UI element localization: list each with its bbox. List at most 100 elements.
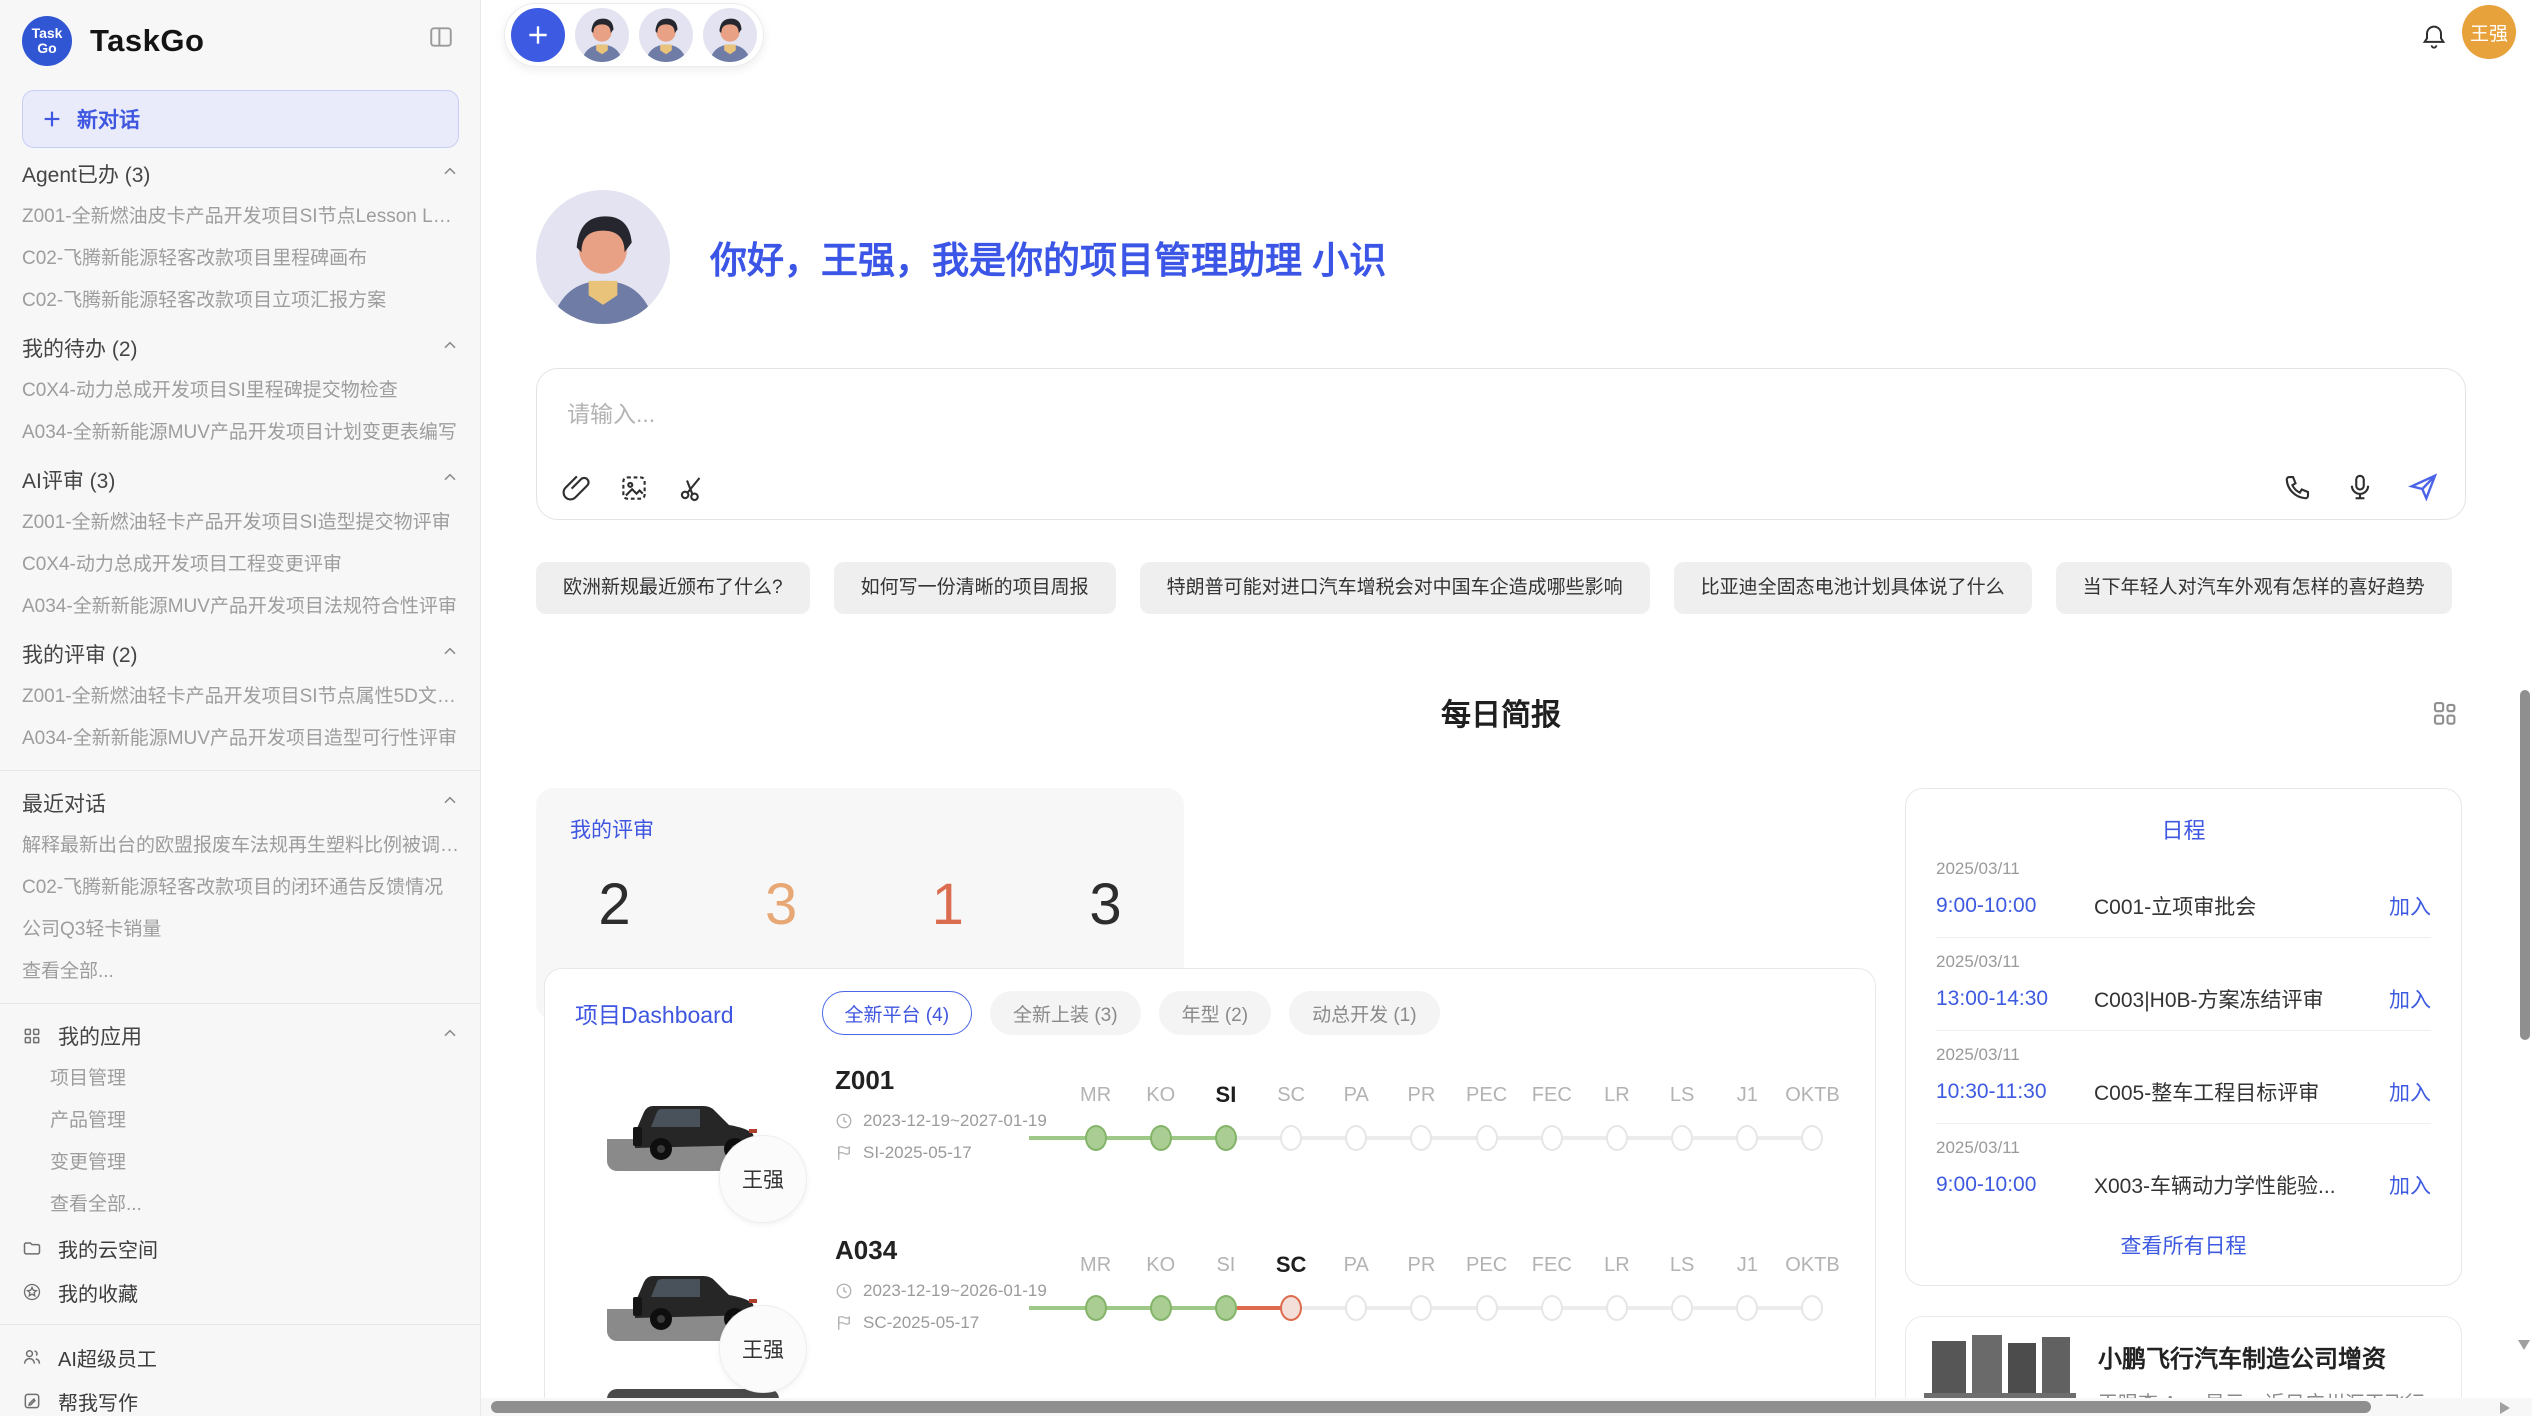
milestone-label: OKTB (1785, 1251, 1839, 1279)
plus-icon (41, 108, 63, 130)
scroll-right-arrow-icon[interactable] (2500, 1402, 2510, 1414)
milestone-dot (1801, 1125, 1823, 1151)
my-apps-header[interactable]: 我的应用 (22, 1014, 460, 1058)
star-icon (22, 1282, 42, 1302)
milestone: PR (1389, 1081, 1454, 1151)
join-meeting-link[interactable]: 加入 (2389, 984, 2431, 1014)
chevron-up-icon[interactable] (440, 791, 460, 816)
recent-chats-header[interactable]: 最近对话 (22, 781, 460, 825)
sidebar-task-item[interactable]: Z001-全新燃油轻卡产品开发项目SI节点属性5D文件评审 (22, 676, 460, 718)
schedule-card: 日程 2025/03/11 9:00-10:00 C001-立项审批会 加入 (1905, 788, 2462, 1286)
project-code: Z001 (835, 1065, 1063, 1095)
phone-call-icon[interactable] (2283, 472, 2313, 502)
join-meeting-link[interactable]: 加入 (2389, 1170, 2431, 1200)
sidebar-task-item[interactable]: Z001-全新燃油轻卡产品开发项目SI造型提交物评审 (22, 502, 460, 544)
dashboard-tab[interactable]: 动总开发 (1) (1289, 991, 1440, 1035)
milestone: PEC (1454, 1081, 1519, 1151)
chevron-up-icon[interactable] (440, 642, 460, 667)
daily-briefing-title: 每日简报 (536, 690, 2466, 734)
sidebar-task-item[interactable]: A034-全新新能源MUV产品开发项目造型可行性评审 (22, 718, 460, 760)
app-item[interactable]: 产品管理 (22, 1100, 460, 1142)
app-item[interactable]: 变更管理 (22, 1142, 460, 1184)
milestone-label: LS (1670, 1251, 1694, 1279)
milestone: J1 (1715, 1081, 1780, 1151)
scissors-icon[interactable] (677, 473, 707, 503)
sidebar-sections: Agent已办 (3) Z001-全新燃油皮卡产品开发项目SI节点Lesson … (22, 152, 460, 760)
join-meeting-link[interactable]: 加入 (2389, 891, 2431, 921)
milestone: J1 (1715, 1251, 1780, 1321)
horizontal-scrollbar-thumb[interactable] (491, 1401, 2371, 1413)
ai-super-employee-label: AI超级员工 (58, 1343, 157, 1372)
chevron-up-icon[interactable] (440, 1024, 460, 1049)
my-cloud-space[interactable]: 我的云空间 (22, 1226, 460, 1270)
sidebar-task-item[interactable]: C0X4-动力总成开发项目SI里程碑提交物检查 (22, 370, 460, 412)
milestone: PA (1324, 1081, 1389, 1151)
chat-input[interactable] (537, 369, 2465, 441)
section-header[interactable]: AI评审 (3) (22, 458, 460, 502)
chevron-up-icon[interactable] (440, 336, 460, 361)
milestone-label: FEC (1532, 1081, 1572, 1109)
section-header[interactable]: Agent已办 (3) (22, 152, 460, 196)
recent-view-all[interactable]: 查看全部... (22, 951, 460, 993)
divider (0, 1003, 480, 1004)
scroll-down-arrow-icon[interactable] (2518, 1340, 2530, 1350)
microphone-icon[interactable] (2345, 472, 2375, 502)
news-title: 小鹏飞行汽车制造公司增资 (2098, 1339, 2443, 1374)
milestone-dot (1736, 1125, 1758, 1151)
section-header[interactable]: 我的评审 (2) (22, 632, 460, 676)
dashboard-tab[interactable]: 全新上装 (3) (990, 991, 1141, 1035)
milestone-dot (1345, 1295, 1367, 1321)
milestone-label: PEC (1466, 1081, 1507, 1109)
section-header[interactable]: 我的待办 (2) (22, 326, 460, 370)
milestone-label: PA (1344, 1081, 1369, 1109)
schedule-time: 10:30-11:30 (1936, 1080, 2094, 1104)
ai-super-employee[interactable]: AI超级员工 (22, 1335, 460, 1379)
recent-chat-item[interactable]: 解释最新出台的欧盟报废车法规再生塑料比例被调至15%... (22, 825, 460, 867)
project-row[interactable]: 王强 Z001 2023-12-19~2027-01-19 (545, 1045, 1875, 1195)
suggestion-chip[interactable]: 如何写一份清晰的项目周报 (834, 562, 1116, 614)
view-all-schedule-link[interactable]: 查看所有日程 (1936, 1216, 2431, 1274)
suggestion-chip[interactable]: 特朗普可能对进口汽车增税会对中国车企造成哪些影响 (1140, 562, 1650, 614)
milestone-label: KO (1146, 1081, 1175, 1109)
suggestion-chip[interactable]: 欧洲新规最近颁布了什么? (536, 562, 810, 614)
dashboard-tab[interactable]: 全新平台 (4) (822, 991, 973, 1035)
apps-view-all[interactable]: 查看全部... (22, 1184, 460, 1226)
sidebar-task-item[interactable]: A034-全新新能源MUV产品开发项目计划变更表编写 (22, 412, 460, 454)
stat-value: 3 (1077, 876, 1134, 934)
join-meeting-link[interactable]: 加入 (2389, 1077, 2431, 1107)
image-upload-icon[interactable] (619, 473, 649, 503)
project-row[interactable]: 王强 A034 2023-12-19~2026-01-19 (545, 1215, 1875, 1365)
attachment-icon[interactable] (561, 473, 591, 503)
my-favorites[interactable]: 我的收藏 (22, 1270, 460, 1314)
send-icon[interactable] (2407, 471, 2439, 503)
vertical-scrollbar-thumb[interactable] (2520, 690, 2530, 1040)
sidebar-task-item[interactable]: C02-飞腾新能源轻客改款项目立项汇报方案 (22, 280, 460, 322)
section-title: 我的待办 (2) (22, 333, 440, 363)
suggestion-chip[interactable]: 当下年轻人对汽车外观有怎样的喜好趋势 (2056, 562, 2452, 614)
my-apps-title: 我的应用 (58, 1021, 440, 1051)
recent-chat-item[interactable]: 公司Q3轻卡销量 (22, 909, 460, 951)
chevron-up-icon[interactable] (440, 468, 460, 493)
chevron-up-icon[interactable] (440, 162, 460, 187)
project-media: 王强 (607, 1069, 779, 1171)
layout-grid-icon[interactable] (2430, 698, 2460, 733)
sidebar-collapse-icon[interactable] (428, 24, 454, 55)
sidebar-task-item[interactable]: A034-全新新能源MUV产品开发项目法规符合性评审 (22, 586, 460, 628)
chat-input-box (536, 368, 2466, 520)
help-me-write[interactable]: 帮我写作 (22, 1379, 460, 1416)
recent-chat-item[interactable]: C02-飞腾新能源轻客改款项目的闭环通告反馈情况 (22, 867, 460, 909)
milestone-label: MR (1080, 1251, 1111, 1279)
new-chat-button[interactable]: 新对话 (22, 90, 459, 148)
milestone-label: LS (1670, 1081, 1694, 1109)
milestone-label: SC (1276, 1251, 1307, 1279)
dashboard-tab[interactable]: 年型 (2) (1159, 991, 1272, 1035)
suggestion-chip[interactable]: 比亚迪全固态电池计划具体说了什么 (1674, 562, 2032, 614)
milestone: FEC (1519, 1251, 1584, 1321)
sidebar-task-item[interactable]: Z001-全新燃油皮卡产品开发项目SI节点Lesson Learn报告 (22, 196, 460, 238)
milestone: KO (1128, 1251, 1193, 1321)
milestone-label: FEC (1532, 1251, 1572, 1279)
user-avatar[interactable]: 王强 (2462, 5, 2516, 59)
sidebar-task-item[interactable]: C02-飞腾新能源轻客改款项目里程碑画布 (22, 238, 460, 280)
app-item[interactable]: 项目管理 (22, 1058, 460, 1100)
sidebar-task-item[interactable]: C0X4-动力总成开发项目工程变更评审 (22, 544, 460, 586)
